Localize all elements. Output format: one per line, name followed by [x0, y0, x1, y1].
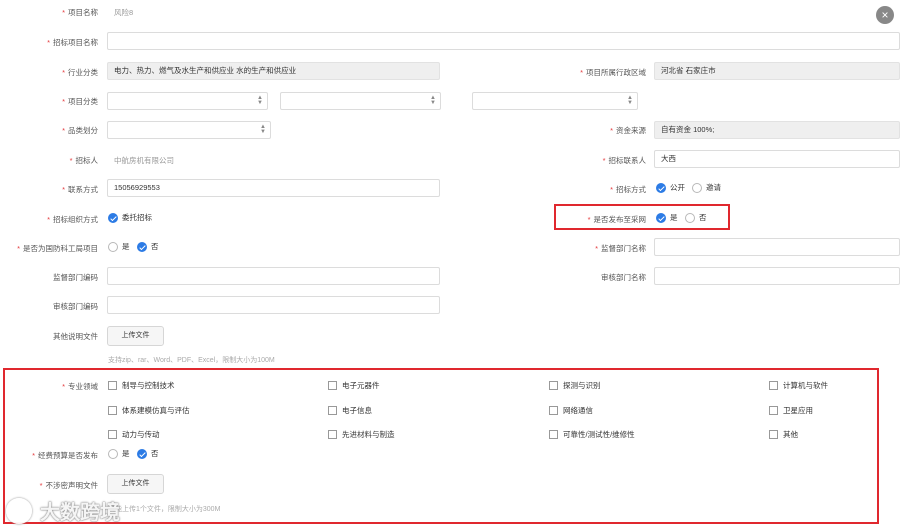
checkbox-icon: [769, 406, 778, 415]
label-project-name: * 项目名称: [62, 8, 98, 17]
label-budget-publish: * 经费预算是否发布: [32, 451, 98, 460]
specialty-checkbox-7[interactable]: 网络通信: [549, 405, 593, 416]
label-other-files: 其他说明文件: [53, 332, 98, 341]
radio-checked-icon: [137, 448, 147, 459]
approve-code-input[interactable]: [107, 296, 440, 314]
project-category-select-1[interactable]: ▲ ▼: [107, 92, 268, 110]
checkbox-icon: [328, 381, 337, 390]
specialty-checkbox-4[interactable]: 计算机与软件: [769, 380, 828, 391]
label-supervise-name: * 监督部门名称: [595, 244, 646, 253]
project-name-value: 风险8: [114, 8, 134, 17]
checkbox-icon: [108, 381, 117, 390]
specialty-checkbox-5[interactable]: 体系建模仿真与评估: [108, 405, 190, 416]
label-project-category: * 项目分类: [62, 97, 98, 106]
specialty-checkbox-10[interactable]: 先进材料与制造: [328, 429, 395, 440]
tender-contact-input[interactable]: 大西: [654, 150, 900, 168]
label-defense-project: * 是否为国防科工局项目: [17, 244, 98, 253]
label-contact-method: * 联系方式: [62, 185, 98, 194]
select-arrows-icon: ▲ ▼: [430, 95, 436, 106]
upload-other-files-button[interactable]: 上传文件: [107, 326, 164, 346]
highlight-specialty-section: [3, 368, 879, 524]
specialty-checkbox-1[interactable]: 制导与控制技术: [108, 380, 175, 391]
other-files-hint: 支持zip、rar、Word、PDF、Excel，限制大小为100M: [108, 357, 275, 364]
category-division-select[interactable]: ▲ ▼: [107, 121, 271, 139]
checkbox-icon: [108, 406, 117, 415]
radio-checked-icon: [656, 182, 666, 193]
upload-non-secret-button[interactable]: 上传文件: [107, 474, 164, 494]
checkbox-icon: [549, 430, 558, 439]
project-category-select-3[interactable]: ▲ ▼: [472, 92, 638, 110]
label-category-division: * 品类划分: [62, 126, 98, 135]
watermark: 大数跨境: [6, 496, 120, 525]
label-industry: * 行业分类: [62, 68, 98, 77]
label-tenderee: * 招标人: [69, 156, 98, 165]
specialty-checkbox-9[interactable]: 动力与传动: [108, 429, 160, 440]
label-tender-contact: * 招标联系人: [602, 156, 646, 165]
tender-name-input[interactable]: [107, 32, 900, 50]
tender-method-invite-radio[interactable]: 邀请: [692, 182, 721, 193]
project-category-select-2[interactable]: ▲ ▼: [280, 92, 441, 110]
specialty-checkbox-2[interactable]: 电子元器件: [328, 380, 380, 391]
specialty-checkbox-8[interactable]: 卫星应用: [769, 405, 813, 416]
radio-unchecked-icon: [692, 182, 702, 193]
approve-name-input[interactable]: [654, 267, 900, 285]
select-arrows-icon: ▲ ▼: [257, 95, 263, 106]
specialty-checkbox-6[interactable]: 电子信息: [328, 405, 372, 416]
region-field: 河北省 石家庄市: [654, 62, 900, 80]
checkbox-icon: [769, 381, 778, 390]
checkbox-icon: [328, 430, 337, 439]
defense-project-no-radio[interactable]: 否: [137, 241, 159, 252]
radio-checked-icon: [108, 212, 118, 223]
label-fund-source: * 资金来源: [610, 126, 646, 135]
close-button[interactable]: ×: [876, 6, 894, 24]
label-tender-method: * 招标方式: [610, 185, 646, 194]
checkbox-icon: [549, 406, 558, 415]
label-organize-method: * 招标组织方式: [47, 215, 98, 224]
radio-unchecked-icon: [108, 241, 118, 252]
non-secret-hint: 只能上传1个文件，限制大小为300M: [108, 506, 221, 513]
checkbox-icon: [328, 406, 337, 415]
contact-method-input[interactable]: 15056929553: [107, 179, 440, 197]
budget-publish-yes-radio[interactable]: 是: [108, 448, 130, 459]
select-arrows-icon: ▲ ▼: [260, 124, 266, 135]
defense-project-yes-radio[interactable]: 是: [108, 241, 130, 252]
label-tender-name: * 招标项目名称: [47, 38, 98, 47]
supervise-name-input[interactable]: [654, 238, 900, 256]
specialty-checkbox-12[interactable]: 其他: [769, 429, 798, 440]
specialty-checkbox-11[interactable]: 可靠性/测试性/维修性: [549, 429, 635, 440]
checkbox-icon: [769, 430, 778, 439]
close-icon: ×: [881, 8, 889, 22]
budget-publish-no-radio[interactable]: 否: [137, 448, 159, 459]
watermark-logo-icon: [6, 497, 32, 524]
tender-method-public-radio[interactable]: 公开: [656, 182, 685, 193]
label-non-secret: * 不涉密声明文件: [39, 481, 98, 490]
organize-method-radio[interactable]: 委托招标: [108, 212, 152, 223]
supervise-code-input[interactable]: [107, 267, 440, 285]
radio-checked-icon: [137, 241, 147, 252]
label-approve-name: 审核部门名称: [601, 273, 646, 282]
industry-field: 电力、热力、燃气及水生产和供应业 水的生产和供应业: [107, 62, 440, 80]
highlight-publish-national: [554, 204, 730, 230]
specialty-checkbox-3[interactable]: 探测与识别: [549, 380, 601, 391]
fund-source-field: 自有资金 100%;: [654, 121, 900, 139]
label-approve-code: 审核部门编码: [53, 302, 98, 311]
label-region: * 项目所属行政区域: [580, 68, 646, 77]
label-specialty: * 专业领域: [62, 382, 98, 391]
label-supervise-code: 监督部门编码: [53, 273, 98, 282]
radio-unchecked-icon: [108, 448, 118, 459]
select-arrows-icon: ▲ ▼: [627, 95, 633, 106]
tenderee-value: 中航房机有限公司: [114, 156, 174, 165]
checkbox-icon: [108, 430, 117, 439]
checkbox-icon: [549, 381, 558, 390]
